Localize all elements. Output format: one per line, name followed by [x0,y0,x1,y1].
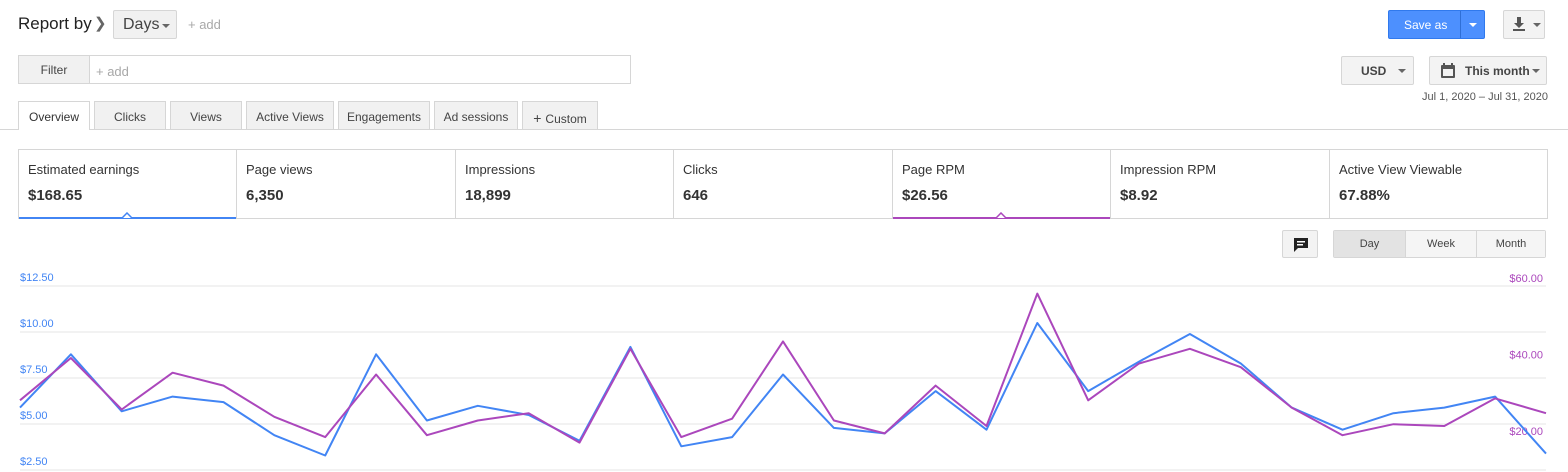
dimension-value: Days [123,16,160,33]
tab-ad-sessions[interactable]: Ad sessions [434,101,518,129]
period-week-button[interactable]: Week [1405,231,1476,257]
earnings-chart: $12.50$10.00$7.50$5.00$2.50$60.00$40.00$… [19,272,1547,471]
metric-card-page-views[interactable]: Page views 6,350 [237,150,456,218]
left-axis-tick-label: $5.00 [20,410,48,422]
left-axis-tick-label: $7.50 [20,364,48,376]
tab-engagements[interactable]: Engagements [338,101,430,129]
tab-label: Overview [28,110,79,124]
date-range-value: This month [1465,64,1530,78]
metric-value: 18,899 [465,187,511,204]
metric-card-impression-rpm[interactable]: Impression RPM $8.92 [1111,150,1330,218]
report-by-label: Report by [18,14,92,33]
metric-card-estimated-earnings[interactable]: Estimated earnings $168.65 [19,150,237,219]
period-month-button[interactable]: Month [1476,231,1545,257]
tab-overview[interactable]: Overview [18,101,90,130]
metric-label: Estimated earnings [28,162,140,177]
date-range-select[interactable]: This month [1429,56,1547,85]
metric-label: Clicks [683,162,718,177]
left-axis-tick-label: $2.50 [20,456,48,468]
right-axis-tick-label: $40.00 [1509,350,1543,362]
annotation-button[interactable] [1282,230,1318,258]
metric-label: Page RPM [902,162,965,177]
period-day-button[interactable]: Day [1334,231,1405,257]
page-rpm-series-line [19,292,1547,444]
filter-button[interactable]: Filter [18,55,90,84]
period-toggle: Day Week Month [1333,230,1546,258]
metric-label: Impression RPM [1120,162,1217,177]
dimension-select[interactable]: Days [113,10,177,39]
chevron-down-icon [1398,69,1406,73]
chevron-down-icon [162,24,170,28]
comment-icon [1294,238,1308,252]
metric-card-page-rpm[interactable]: Page RPM $26.56 [893,150,1111,219]
metric-value: $26.56 [902,187,948,204]
metric-value: 646 [683,187,709,204]
left-axis-tick-label: $10.00 [20,318,54,330]
download-button[interactable] [1503,10,1545,39]
selected-notch-icon [996,212,1006,218]
tab-label: Custom [545,112,587,126]
metric-card-impressions[interactable]: Impressions 18,899 [456,150,674,218]
tab-clicks[interactable]: Clicks [94,101,166,129]
tab-label: Active Views [256,110,324,124]
save-options-dropdown-icon[interactable] [1469,23,1477,27]
currency-select[interactable]: USD [1341,56,1414,85]
calendar-icon [1441,63,1455,78]
metric-value: 6,350 [246,187,284,204]
chevron-right-icon: ❯ [94,15,107,32]
tab-label: Engagements [346,110,422,124]
tab-active-views[interactable]: Active Views [246,101,334,129]
chevron-down-icon [1533,23,1541,27]
metric-card-active-view-viewable[interactable]: Active View Viewable 67.88% [1330,150,1547,218]
metric-card-clicks[interactable]: Clicks 646 [674,150,893,218]
add-dimension-link[interactable]: + add [188,17,221,32]
tab-custom[interactable]: + Custom [522,101,598,129]
metric-value: $8.92 [1120,187,1158,204]
download-icon [1513,17,1525,31]
tab-label: Clicks [114,110,146,124]
tab-label: Views [190,110,222,124]
metric-label: Page views [246,162,313,177]
metric-value: $168.65 [28,187,83,204]
selected-notch-icon [122,212,132,218]
metric-cards: Estimated earnings $168.65 Page views 6,… [18,149,1548,219]
save-as-button[interactable]: Save as [1388,10,1485,39]
plus-icon: + [533,110,542,126]
right-axis-tick-label: $60.00 [1509,273,1543,285]
chevron-down-icon [1532,69,1540,73]
filter-input[interactable]: + add [89,55,631,84]
metric-label: Impressions [465,162,536,177]
metric-value: 67.88% [1339,187,1390,204]
tabs-divider [0,129,1568,130]
tab-label: Ad sessions [443,110,509,124]
button-separator [1460,11,1461,38]
left-axis-tick-label: $12.50 [20,272,54,284]
save-as-label: Save as [1404,18,1448,32]
metric-label: Active View Viewable [1339,162,1463,177]
currency-value: USD [1361,64,1387,78]
tab-views[interactable]: Views [170,101,242,129]
date-range-text: Jul 1, 2020 – Jul 31, 2020 [1422,91,1548,103]
